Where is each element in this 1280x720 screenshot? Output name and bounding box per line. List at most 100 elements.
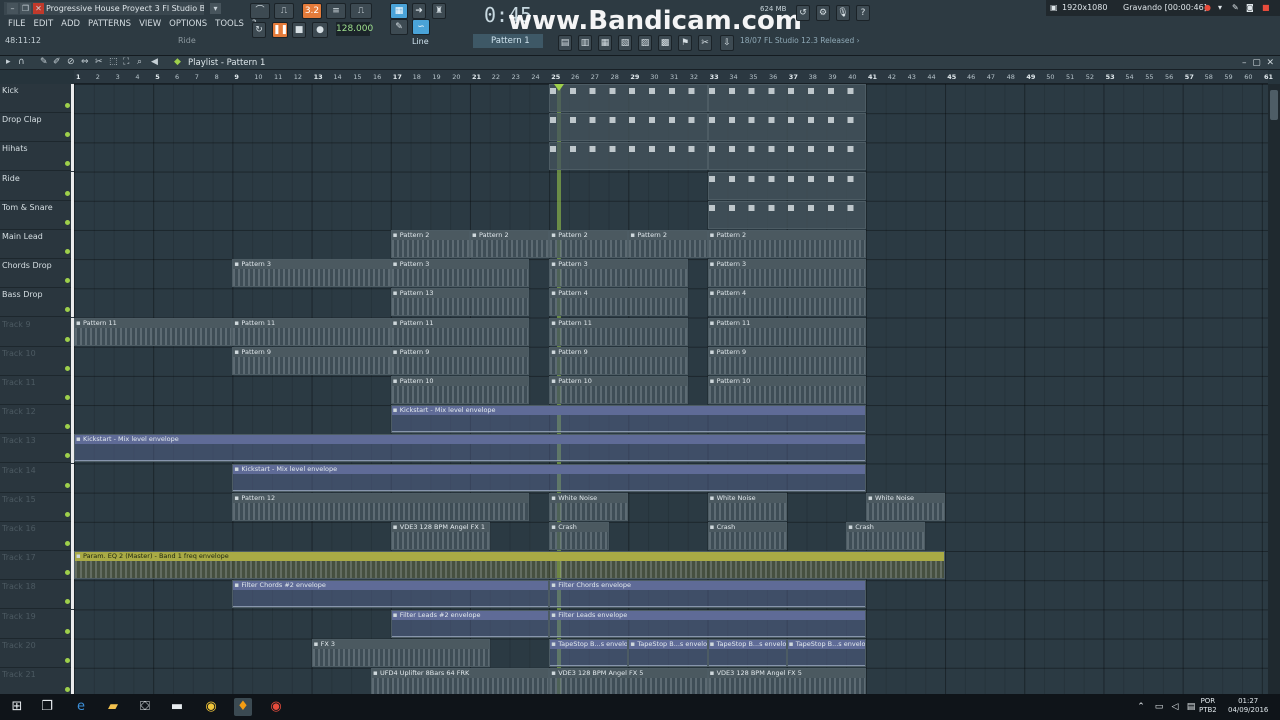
track-header[interactable]: Tom & Snare bbox=[0, 200, 74, 230]
playlist-clip[interactable] bbox=[549, 113, 708, 142]
track-header[interactable]: Track 10 bbox=[0, 346, 74, 376]
playlist-clip[interactable]: Pattern 11 bbox=[707, 317, 866, 346]
track-header[interactable]: Track 19 bbox=[0, 609, 74, 639]
slice-tool-icon[interactable]: ✂ bbox=[95, 57, 103, 67]
playlist-clip[interactable]: Pattern 11 bbox=[549, 317, 688, 346]
track-header[interactable]: Track 14 bbox=[0, 463, 74, 493]
playlist-clip[interactable]: Pattern 10 bbox=[549, 376, 688, 404]
tray-chevron-icon[interactable]: ⌃ bbox=[1132, 698, 1150, 716]
playlist-clip[interactable]: Kickstart - Mix level envelope bbox=[390, 405, 866, 434]
playlist-clip[interactable]: White Noise bbox=[866, 492, 946, 521]
playlist-clip[interactable]: Filter Chords #2 envelope bbox=[232, 580, 550, 609]
playlist-clip[interactable]: Filter Leads #2 envelope bbox=[390, 609, 550, 638]
mixer-icon[interactable]: ⚙ bbox=[816, 5, 830, 21]
mic-icon[interactable]: 🎙 bbox=[836, 5, 850, 21]
news-ticker[interactable]: 18/07 FL Studio 12.3 Released › bbox=[740, 36, 860, 45]
playlist-clip[interactable]: Pattern 11 bbox=[74, 317, 233, 346]
arrow-right-icon[interactable]: ▸ bbox=[6, 57, 11, 67]
playlist-clip[interactable]: Pattern 4 bbox=[707, 288, 866, 317]
mixer-view-icon[interactable]: ▦ bbox=[598, 35, 612, 51]
playlist-clip[interactable]: VDE3 128 BPM Angel FX 5 bbox=[549, 668, 708, 696]
playlist-clip[interactable]: Crash bbox=[549, 522, 609, 550]
step-edit-icon[interactable]: ➜ bbox=[412, 3, 426, 19]
track-mute-led[interactable] bbox=[65, 365, 70, 371]
track-mute-led[interactable] bbox=[65, 453, 70, 459]
playlist-clip[interactable]: Pattern 2 bbox=[549, 230, 629, 258]
close-icon[interactable]: ✕ bbox=[33, 3, 44, 14]
speaker-icon[interactable]: ◀ bbox=[151, 57, 158, 67]
play-button[interactable]: ❚❚ bbox=[272, 22, 288, 38]
bandicam-icon[interactable]: ◉ bbox=[267, 698, 285, 716]
menu-add[interactable]: ADD bbox=[57, 17, 84, 31]
playlist-clip[interactable]: Pattern 11 bbox=[232, 317, 391, 346]
playlist-clip[interactable]: FX 3 bbox=[311, 638, 490, 667]
brush-icon[interactable]: ✐ bbox=[53, 57, 61, 67]
pencil-icon[interactable]: ✎ bbox=[40, 57, 48, 67]
playlist-clip[interactable]: Pattern 13 bbox=[390, 288, 530, 317]
playlist-clip[interactable]: Filter Leads envelope bbox=[549, 609, 866, 638]
track-header[interactable]: Track 9 bbox=[0, 317, 74, 347]
countdown-icon[interactable]: 3.2 bbox=[302, 3, 322, 19]
track-mute-led[interactable] bbox=[65, 424, 70, 430]
notification-icon[interactable]: ▤ bbox=[1182, 698, 1200, 716]
minimize-app-icon[interactable]: ▾ bbox=[210, 3, 221, 14]
fl-studio-icon[interactable]: ♦ bbox=[234, 698, 252, 716]
pencil-tool-icon[interactable]: ✎ bbox=[390, 19, 408, 35]
record-button[interactable]: ● bbox=[312, 22, 328, 38]
playlist-clip[interactable]: White Noise bbox=[707, 492, 787, 521]
arrangement-grid[interactable]: Pattern 2Pattern 2Pattern 2Pattern 2Patt… bbox=[74, 84, 1268, 698]
track-mute-led[interactable] bbox=[65, 541, 70, 546]
track-mute-led[interactable] bbox=[65, 103, 70, 108]
timeline-ruler[interactable]: 1 2 3 4 5 6 7 8 9 10 11 12 13 14 15 16 17 18 19 20 21 22 23 24 2… bbox=[74, 70, 1273, 84]
playlist-clip[interactable]: Pattern 9 bbox=[390, 346, 530, 375]
track-mute-led[interactable] bbox=[65, 190, 70, 196]
track-header[interactable]: Track 17 bbox=[0, 551, 74, 581]
menu-tools[interactable]: TOOLS bbox=[211, 17, 248, 31]
loop-record-icon[interactable]: ⎍ bbox=[350, 3, 372, 19]
edge-icon[interactable]: e bbox=[72, 698, 90, 716]
playlist-clip[interactable]: Pattern 10 bbox=[707, 376, 866, 404]
playlist-clip[interactable]: TapeStop B...s envelope bbox=[786, 638, 866, 667]
record-dot-icon[interactable]: ● bbox=[1204, 0, 1211, 16]
playlist-clip[interactable]: Pattern 9 bbox=[549, 346, 688, 375]
playlist-clip[interactable]: Pattern 4 bbox=[549, 288, 688, 317]
playlist-clip[interactable]: Pattern 3 bbox=[390, 259, 530, 288]
search-icon[interactable]: ⌕ bbox=[137, 57, 142, 67]
playlist-clip[interactable]: Pattern 10 bbox=[390, 376, 530, 404]
playlist-clip[interactable] bbox=[707, 200, 866, 229]
menu-patterns[interactable]: PATTERNS bbox=[84, 17, 135, 31]
pattern-selector[interactable]: Pattern 1 bbox=[473, 34, 543, 48]
track-header[interactable]: Bass Drop bbox=[0, 288, 74, 318]
vertical-scrollbar[interactable] bbox=[1268, 84, 1280, 698]
track-mute-led[interactable] bbox=[65, 482, 70, 488]
mute-tool-icon[interactable]: ⊘ bbox=[67, 57, 75, 67]
menu-options[interactable]: OPTIONS bbox=[165, 17, 211, 31]
snap-selector[interactable]: Line bbox=[412, 37, 429, 46]
pause-rec-icon[interactable]: ▾ bbox=[1218, 0, 1222, 16]
track-header[interactable]: Drop Clap bbox=[0, 113, 74, 143]
menu-edit[interactable]: EDIT bbox=[30, 17, 58, 31]
playlist-clip[interactable]: White Noise bbox=[549, 492, 629, 521]
track-header[interactable]: Hihats bbox=[0, 142, 74, 172]
track-header[interactable]: Track 15 bbox=[0, 492, 74, 522]
track-mute-led[interactable] bbox=[65, 132, 70, 138]
playhead-marker-icon[interactable] bbox=[554, 84, 564, 91]
track-header[interactable]: Main Lead bbox=[0, 230, 74, 259]
playlist-clip[interactable]: Kickstart - Mix level envelope bbox=[74, 434, 866, 463]
track-mute-led[interactable] bbox=[65, 395, 70, 400]
minimize-icon[interactable]: – bbox=[7, 3, 18, 14]
funnel-icon[interactable]: ⚑ bbox=[678, 35, 692, 51]
track-mute-led[interactable] bbox=[65, 161, 70, 167]
zoom-tool-icon[interactable]: ⛶ bbox=[123, 57, 129, 67]
slip-tool-icon[interactable]: ⇔ bbox=[81, 57, 89, 67]
clock[interactable]: 01:27 04/09/2016 bbox=[1228, 697, 1268, 715]
tools-icon[interactable]: ✂ bbox=[698, 35, 712, 51]
store-icon[interactable]: ⛋ bbox=[136, 698, 154, 716]
undo-icon[interactable]: ↺ bbox=[796, 5, 810, 21]
pattern-song-toggle-icon[interactable]: ⌒ bbox=[250, 3, 270, 19]
browser-icon[interactable]: ▧ bbox=[618, 35, 632, 51]
playlist-clip[interactable] bbox=[549, 142, 708, 171]
plugin-picker-icon[interactable]: ▨ bbox=[638, 35, 652, 51]
track-header[interactable]: Chords Drop bbox=[0, 259, 74, 289]
file-explorer-icon[interactable]: ▰ bbox=[104, 698, 122, 716]
